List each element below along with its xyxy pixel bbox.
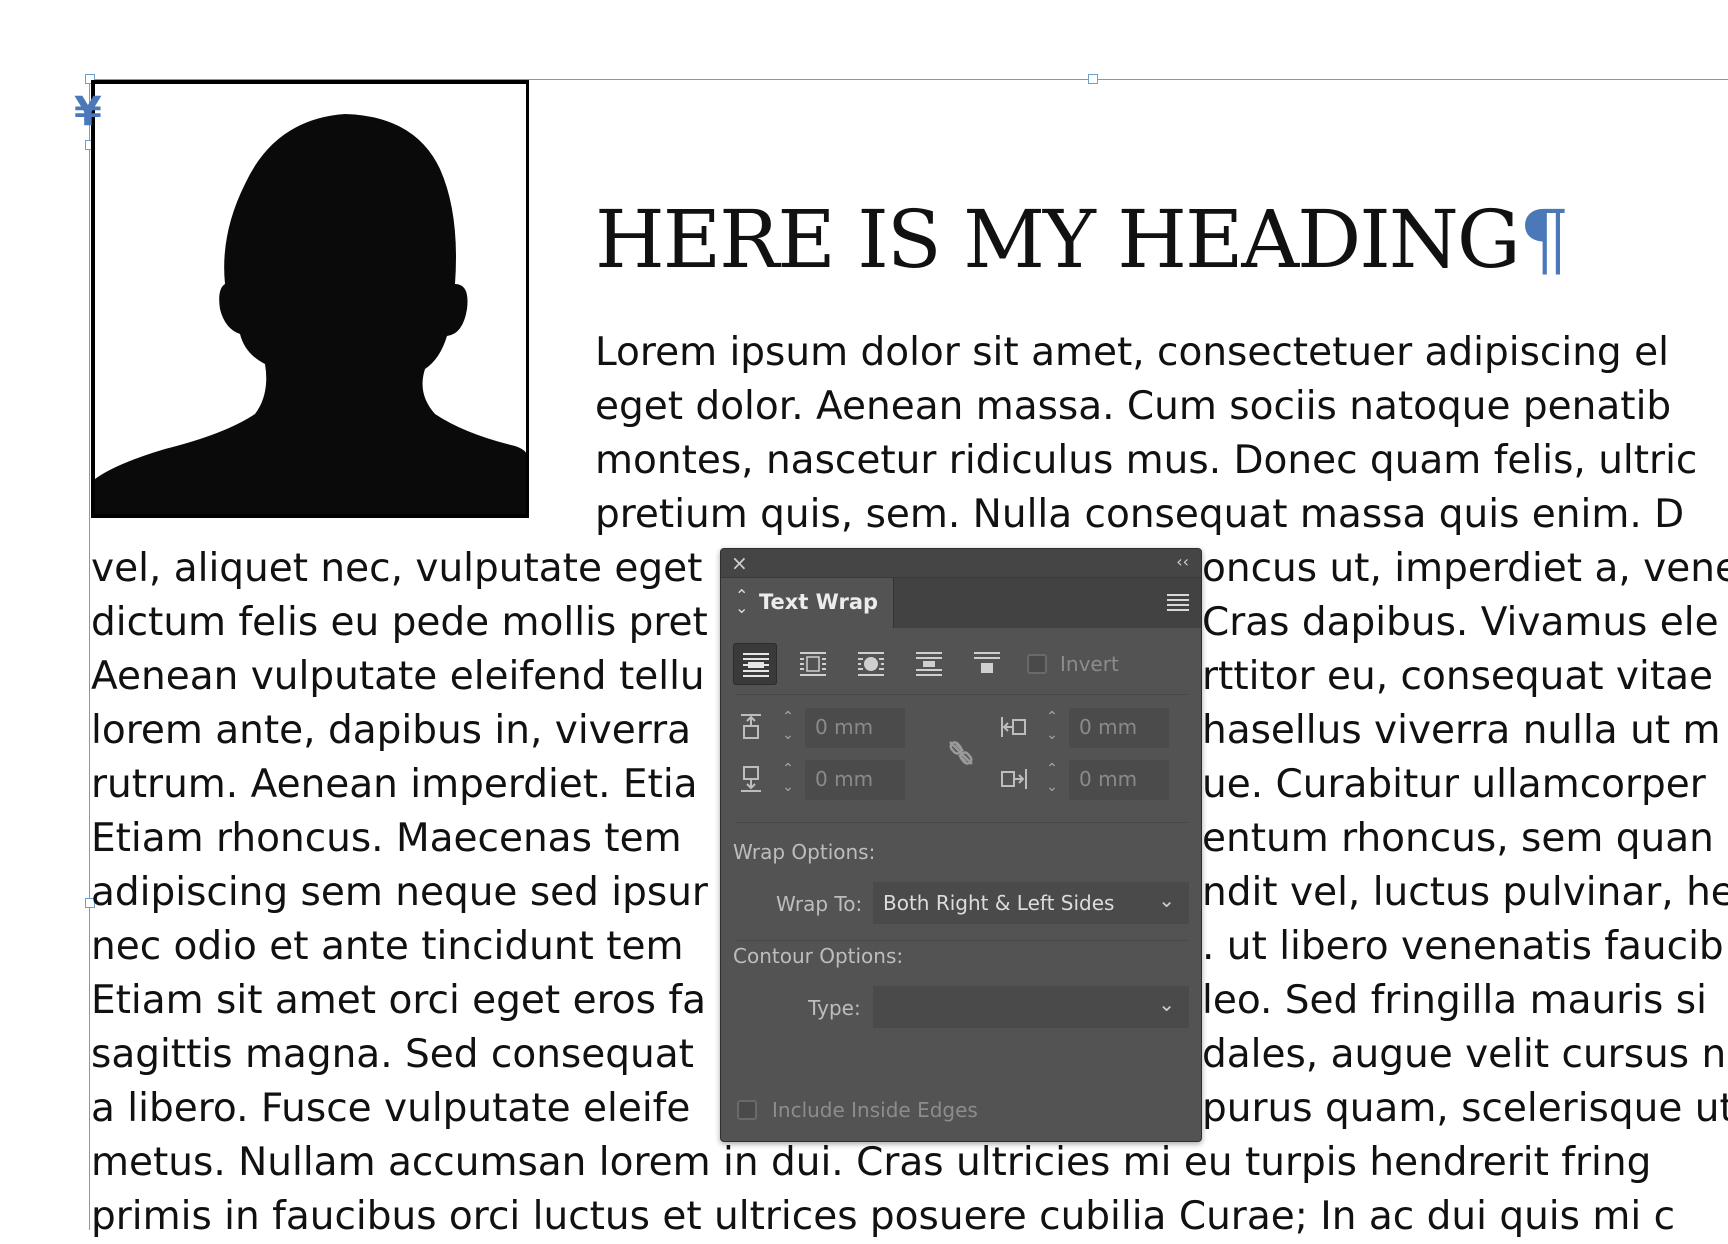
chevron-down-icon: ⌄ <box>1158 888 1175 912</box>
bottom-offset-stepper[interactable]: ⌃ ⌄ <box>775 760 801 800</box>
panel-divider <box>735 822 1187 823</box>
tab-text-wrap[interactable]: ⌃ ⌄ Text Wrap <box>721 578 894 628</box>
left-offset-stepper[interactable]: ⌃ ⌄ <box>1039 708 1065 748</box>
jump-object-button[interactable] <box>907 643 951 685</box>
no-wrap-icon <box>743 653 769 677</box>
portrait-image-frame[interactable] <box>91 80 529 518</box>
object-shape-wrap-icon <box>858 652 884 676</box>
right-offset-icon <box>1001 769 1027 789</box>
panel-tab-bar: ⌃ ⌄ Text Wrap <box>721 578 1201 628</box>
close-icon[interactable]: × <box>731 551 748 575</box>
bottom-offset-icon <box>741 766 761 792</box>
top-offset-stepper[interactable]: ⌃ ⌄ <box>775 708 801 748</box>
body-line-right: dales, augue velit cursus n <box>1202 1032 1727 1077</box>
panel-divider <box>735 940 1187 941</box>
include-inside-edges-checkbox[interactable] <box>737 1100 757 1120</box>
tab-reorder-icon: ⌃ ⌄ <box>735 586 749 617</box>
panel-menu-icon[interactable] <box>1167 594 1189 614</box>
body-line-right: leo. Sed fringilla mauris si <box>1202 978 1707 1023</box>
invert-checkbox[interactable] <box>1027 654 1047 674</box>
bounding-box-wrap-icon <box>800 652 826 676</box>
right-offset-field[interactable]: 0 mm <box>1069 760 1169 800</box>
body-line-right: ue. Curabitur ullamcorper <box>1202 762 1706 807</box>
wrap-around-object-shape-button[interactable] <box>849 643 893 685</box>
body-line: primis in faucibus orci luctus et ultric… <box>91 1194 1676 1239</box>
pilcrow-mark: ¶ <box>1518 193 1570 286</box>
frame-handle-top-center[interactable] <box>1088 74 1098 84</box>
left-offset-field[interactable]: 0 mm <box>1069 708 1169 748</box>
invert-label: Invert <box>1060 652 1119 676</box>
include-inside-edges-label: Include Inside Edges <box>772 1098 978 1122</box>
body-line: Lorem ipsum dolor sit amet, consectetuer… <box>595 330 1669 375</box>
jump-to-next-column-button[interactable] <box>965 643 1009 685</box>
right-offset-stepper[interactable]: ⌃ ⌄ <box>1039 760 1065 800</box>
body-line: metus. Nullam accumsan lorem in dui. Cra… <box>91 1140 1652 1185</box>
panel-divider <box>735 694 1187 695</box>
chevron-down-icon: ⌄ <box>1158 992 1175 1016</box>
type-label: Type: <box>808 996 861 1020</box>
page-heading[interactable]: HERE IS MY HEADING¶ <box>595 192 1728 288</box>
link-offsets-icon[interactable] <box>946 738 976 768</box>
body-line: eget dolor. Aenean massa. Cum sociis nat… <box>595 384 1672 429</box>
wrap-to-label: Wrap To: <box>776 892 863 916</box>
body-line-right: oncus ut, imperdiet a, vene <box>1202 546 1728 591</box>
silhouette-image <box>95 114 526 514</box>
bottom-offset-field[interactable]: 0 mm <box>805 760 905 800</box>
panel-title-bar[interactable]: × ‹‹ <box>721 549 1201 578</box>
body-line-right: . ut libero venenatis faucib <box>1202 924 1724 969</box>
wrap-options-heading: Wrap Options: <box>733 840 876 864</box>
contour-options-heading: Contour Options: <box>733 944 904 968</box>
body-line-right: entum rhoncus, sem quan <box>1202 816 1714 861</box>
body-line-right: hasellus viverra nulla ut m <box>1202 708 1721 753</box>
jump-next-column-icon <box>974 652 1000 673</box>
heading-text: HERE IS MY HEADING <box>595 193 1521 286</box>
body-line-right: ndit vel, luctus pulvinar, he <box>1202 870 1728 915</box>
left-offset-icon <box>1001 717 1026 737</box>
tab-text-wrap-label: Text Wrap <box>759 590 879 614</box>
body-line-right: Cras dapibus. Vivamus ele <box>1202 600 1719 645</box>
no-text-wrap-button[interactable] <box>733 643 777 685</box>
text-frame-left-edge <box>89 79 90 1230</box>
wrap-around-bounding-box-button[interactable] <box>791 643 835 685</box>
jump-object-icon <box>916 652 942 676</box>
anchored-object-marker: ¥ <box>74 89 102 135</box>
wrap-to-dropdown[interactable]: Both Right & Left Sides ⌄ <box>873 882 1189 924</box>
top-offset-icon <box>741 714 761 739</box>
body-line: montes, nascetur ridiculus mus. Donec qu… <box>595 438 1698 483</box>
collapse-panel-icon[interactable]: ‹‹ <box>1176 552 1189 571</box>
body-line-right: rttitor eu, consequat vitae <box>1202 654 1714 699</box>
contour-type-dropdown[interactable]: ⌄ <box>873 986 1189 1028</box>
wrap-to-value: Both Right & Left Sides <box>883 891 1115 915</box>
body-line-right: purus quam, scelerisque ut <box>1202 1086 1728 1131</box>
body-line: pretium quis, sem. Nulla consequat massa… <box>595 492 1685 537</box>
top-offset-field[interactable]: 0 mm <box>805 708 905 748</box>
